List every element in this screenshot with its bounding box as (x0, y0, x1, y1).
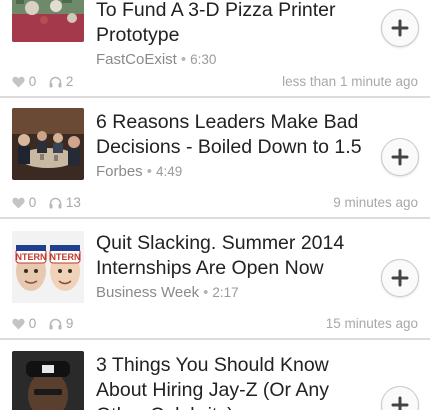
article-duration: 4:49 (155, 164, 183, 179)
article-stats: 0 13 (12, 195, 90, 211)
article-thumbnail[interactable] (12, 351, 84, 410)
heart-icon[interactable] (12, 318, 25, 333)
poster-text-left: NTERN (16, 252, 47, 262)
article-source: Business Week (96, 284, 200, 301)
list-item[interactable]: 6 Reasons Leaders Make Bad Decisions - B… (0, 98, 430, 216)
article-thumbnail[interactable]: NTERN NTERN (12, 231, 84, 303)
article-title[interactable]: Quit Slacking. Summer 2014 Internships A… (96, 231, 376, 281)
like-count: 0 (28, 74, 37, 89)
list-item[interactable]: To Fund A 3-D Pizza Printer Prototype Fa… (0, 0, 430, 94)
poster-text-right: NTERN (50, 252, 81, 262)
article-stats: 0 2 (12, 74, 82, 90)
list-item[interactable]: 3 Things You Should Know About Hiring Ja… (0, 340, 430, 410)
article-source: Forbes (96, 163, 143, 180)
heart-icon[interactable] (12, 76, 25, 91)
headphones-icon (49, 76, 62, 91)
article-duration: 6:30 (190, 52, 217, 67)
article-time-ago: 15 minutes ago (325, 316, 418, 331)
add-to-playlist-button[interactable] (381, 386, 419, 410)
list-item[interactable]: NTERN NTERN Quit Slacking. Summer 2014 I… (0, 219, 430, 337)
article-title[interactable]: 3 Things You Should Know About Hiring Ja… (96, 353, 376, 410)
article-feed: To Fund A 3-D Pizza Printer Prototype Fa… (0, 0, 430, 410)
add-to-playlist-button[interactable] (381, 138, 419, 176)
article-duration: 2:17 (212, 285, 239, 300)
article-thumbnail[interactable] (12, 108, 84, 180)
add-to-playlist-button[interactable] (381, 259, 419, 297)
like-count: 0 (28, 195, 37, 210)
listen-count: 9 (65, 316, 74, 331)
article-meta: Business Week • 2:17 (96, 284, 239, 301)
article-thumbnail[interactable] (12, 0, 84, 42)
listen-count: 13 (65, 195, 81, 210)
add-to-playlist-button[interactable] (381, 9, 419, 47)
article-time-ago: 9 minutes ago (333, 195, 418, 210)
listen-count: 2 (65, 74, 74, 89)
like-count: 0 (28, 316, 37, 331)
article-title[interactable]: 6 Reasons Leaders Make Bad Decisions - B… (96, 110, 376, 160)
heart-icon[interactable] (12, 197, 25, 212)
article-meta: FastCoExist • 6:30 (96, 51, 217, 68)
article-source: FastCoExist (96, 51, 177, 68)
article-stats: 0 9 (12, 316, 82, 332)
article-title[interactable]: To Fund A 3-D Pizza Printer Prototype (96, 0, 376, 48)
article-meta: Forbes • 4:49 (96, 163, 183, 180)
headphones-icon (49, 197, 62, 212)
headphones-icon (49, 318, 62, 333)
article-time-ago: less than 1 minute ago (282, 74, 418, 89)
